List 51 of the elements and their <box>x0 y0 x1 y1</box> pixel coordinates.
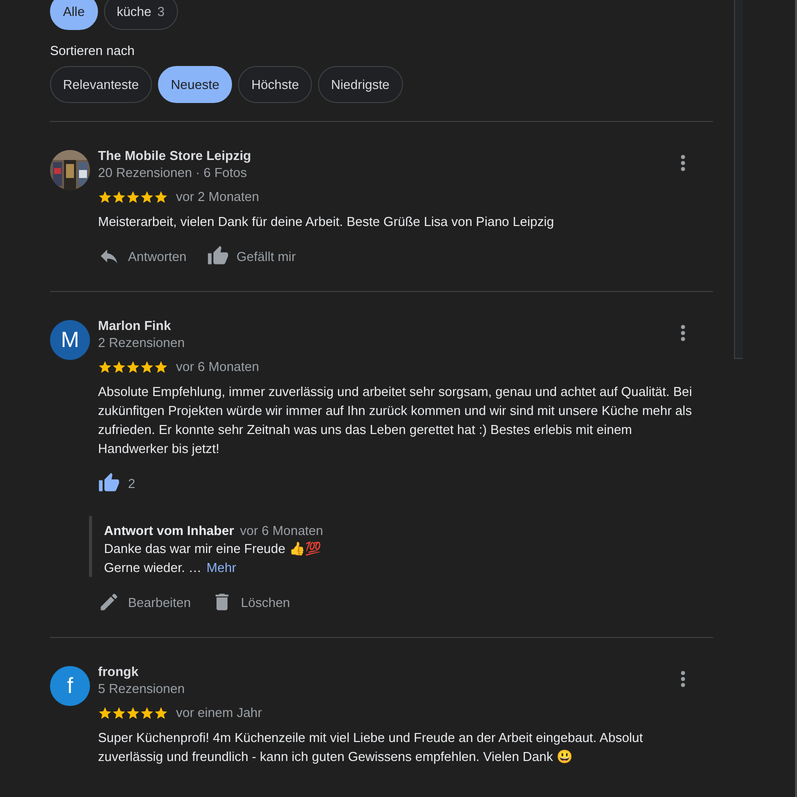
review-text: Meisterarbeit, vielen Dank für deine Arbeit. Beste Grüße Lisa von Piano Leipzig <box>98 213 555 231</box>
pencil-icon <box>98 591 120 613</box>
more-icon <box>681 155 685 171</box>
more-link[interactable]: Mehr <box>206 558 236 577</box>
star-icon <box>98 190 112 204</box>
star-icon <box>140 706 154 720</box>
sort-chip[interactable]: Neueste <box>158 66 232 103</box>
reply-button[interactable]: Antworten <box>98 243 187 269</box>
review-text: Absolute Empfehlung, immer zuverlässig und arbeitet sehr sorgsam, genau und achtet auf Qualität. Bei zukünfitgen Projekten würde wir immer auf Ihn zurück kommen und wir sind mit unsere Küche mehr als zufrieden. Er konnte sehr Zeitnah was uns das Leben gerettet hat :) Bestes erlebis mit einem Handwerker bis jetzt! <box>98 383 693 458</box>
sort-chip[interactable]: Relevanteste <box>50 66 152 103</box>
star-icon <box>112 360 126 374</box>
review-count: 5 Rezensionen <box>98 680 185 697</box>
star-icon <box>126 360 140 374</box>
review-count: 20 Rezensionen · 6 Fotos <box>98 164 248 181</box>
more-icon <box>681 325 685 341</box>
more-icon <box>681 671 685 687</box>
author-name[interactable]: Marlon Fink <box>98 317 185 334</box>
reply-text: Gerne wieder. … <box>104 559 202 577</box>
star-icon <box>112 190 126 204</box>
review-time: vor 2 Monaten <box>176 188 260 205</box>
filter-chip[interactable]: küche 3 <box>104 0 178 30</box>
star-icon <box>140 190 154 204</box>
star-icon <box>154 360 168 374</box>
edit-button[interactable]: Bearbeiten <box>98 589 191 615</box>
reply-text: Danke das war mir eine Freude 👍💯 <box>104 540 322 558</box>
avatar: M <box>50 320 90 360</box>
scrollbar[interactable] <box>734 0 743 359</box>
star-icon <box>98 706 112 720</box>
star-icon <box>140 360 154 374</box>
avatar: f <box>50 666 90 706</box>
sort-label: Sortieren nach <box>50 43 136 58</box>
like-button[interactable]: Gefällt mir <box>206 243 296 269</box>
star-icon <box>126 190 140 204</box>
star-icon <box>98 360 112 374</box>
delete-button[interactable]: Löschen <box>210 589 290 615</box>
review-text: Super Küchenprofi! 4m Küchenzeile mit viel Liebe und Freude an der Arbeit eingebaut. Absolut zuverlässig und freundlich - kann ich guten Gewissens empfehlen. Vielen Dank 😃 <box>98 729 644 766</box>
filter-chip[interactable]: Alle <box>50 0 98 30</box>
reply-time: vor 6 Monaten <box>240 522 324 539</box>
star-icon <box>154 190 168 204</box>
star-icon <box>154 706 168 720</box>
reply-title: Antwort vom Inhaber <box>104 523 234 538</box>
review-time: vor einem Jahr <box>176 704 262 721</box>
review-time: vor 6 Monaten <box>176 358 260 375</box>
star-icon <box>112 706 126 720</box>
author-name[interactable]: frongk <box>98 663 185 680</box>
sort-chip[interactable]: Niedrigste <box>318 66 403 103</box>
sort-chip[interactable]: Höchste <box>238 66 312 103</box>
like-button[interactable]: 2 <box>98 470 136 496</box>
star-icon <box>126 706 140 720</box>
review-count: 2 Rezensionen <box>98 334 185 351</box>
author-name[interactable]: The Mobile Store Leipzig <box>98 147 252 164</box>
